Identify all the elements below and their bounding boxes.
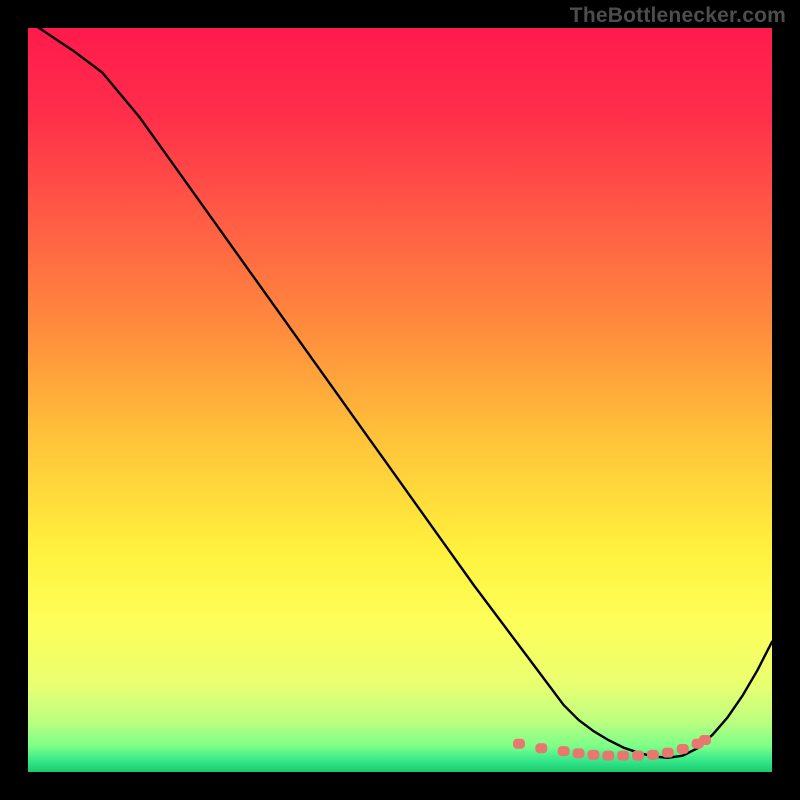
bottleneck-chart <box>28 28 772 772</box>
optimal-marker <box>535 743 547 753</box>
optimal-marker <box>602 751 614 761</box>
watermark-text: TheBottlenecker.com <box>570 4 786 28</box>
optimal-marker <box>677 744 689 754</box>
optimal-marker <box>632 751 644 761</box>
optimal-marker <box>513 739 525 749</box>
optimal-marker <box>647 750 659 760</box>
gradient-background <box>28 28 772 772</box>
outer-frame: TheBottlenecker.com <box>0 0 800 800</box>
optimal-marker <box>662 748 674 758</box>
optimal-marker <box>587 750 599 760</box>
optimal-marker <box>558 746 570 756</box>
optimal-marker <box>699 735 711 745</box>
optimal-marker <box>573 748 585 758</box>
optimal-marker <box>617 751 629 761</box>
